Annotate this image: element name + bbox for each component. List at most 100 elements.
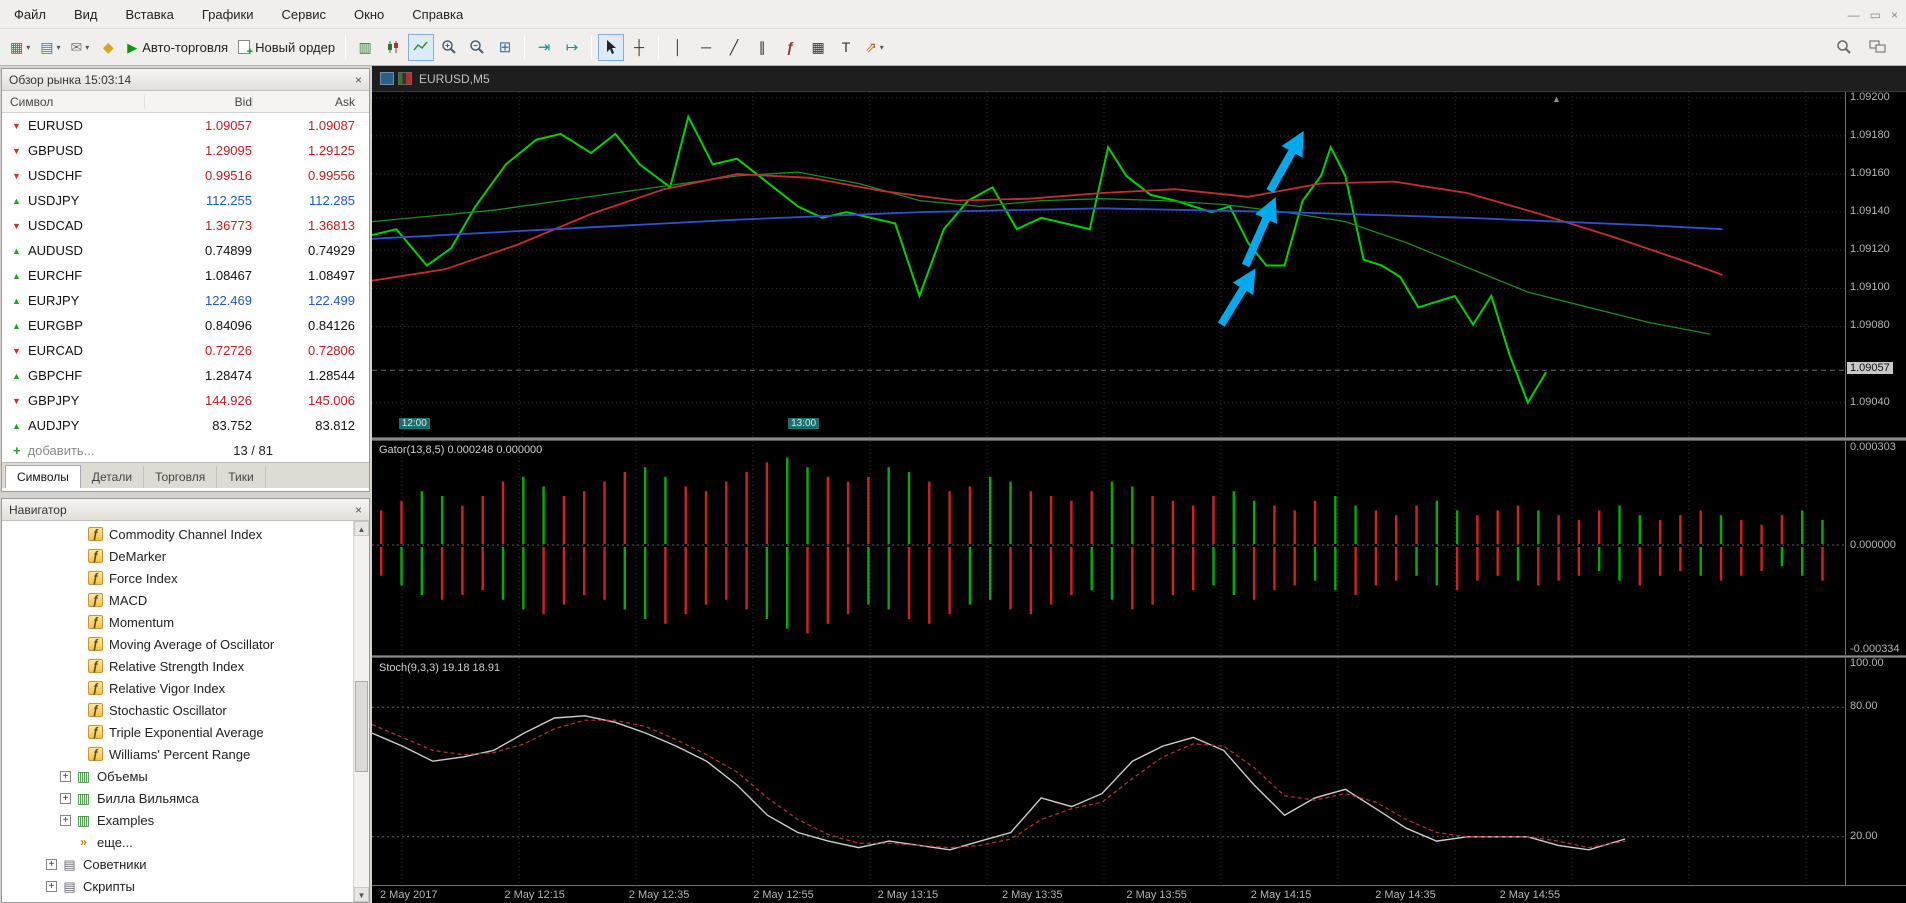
- navigator-item[interactable]: + ▥ Билла Вильямса: [2, 787, 352, 809]
- navigator-item[interactable]: + ▥ Объемы: [2, 765, 352, 787]
- restore-icon[interactable]: ▭: [1870, 8, 1881, 22]
- channel-button[interactable]: ∥: [749, 34, 775, 61]
- scrollbar-thumb[interactable]: [355, 681, 368, 773]
- navigator-item[interactable]: ƒ MACD: [2, 589, 352, 611]
- gator-chart-svg[interactable]: [372, 441, 1845, 655]
- price-scale[interactable]: 1.09200 1.09180 1.09160 1.09140 1.09120 1.091…: [1845, 91, 1906, 885]
- new-order-button[interactable]: Новый ордер: [234, 34, 339, 61]
- market-watch-tab[interactable]: Торговля: [144, 466, 218, 488]
- market-watch-row[interactable]: ▼ USDCHF 0.99516 0.99556: [2, 163, 369, 188]
- menu-tools[interactable]: Сервис: [268, 0, 341, 29]
- toolbar: ▦▾ ▤▾ ✉▾ ◆ ▶Авто-торговля Новый ордер ▥ …: [0, 29, 1906, 66]
- navigator-item[interactable]: ƒ Triple Exponential Average: [2, 721, 352, 743]
- close-icon[interactable]: ×: [355, 503, 362, 517]
- panel-splitter[interactable]: [372, 437, 1906, 441]
- chart-shift-button[interactable]: ↦: [559, 34, 585, 61]
- stoch-chart-svg[interactable]: [372, 658, 1845, 885]
- scroll-down-icon[interactable]: ▼: [354, 887, 369, 902]
- auto-scroll-button[interactable]: ⇥: [531, 34, 557, 61]
- column-ask[interactable]: Ask: [252, 94, 369, 109]
- navigator-item[interactable]: + ▤ Советники: [2, 853, 352, 875]
- column-symbol[interactable]: Символ: [2, 95, 144, 109]
- market-watch-tab[interactable]: Детали: [81, 466, 145, 488]
- time-axis[interactable]: 2 May 2017 2 May 12:15 2 May 12:35 2 May 12…: [372, 885, 1906, 903]
- horizontal-line-button[interactable]: ─: [693, 34, 719, 61]
- autotrading-button[interactable]: ▶ Авто-торговля: [123, 34, 232, 61]
- market-watch-row[interactable]: ▲ AUDJPY 83.752 83.812: [2, 413, 369, 438]
- market-watch-row[interactable]: ▼ GBPUSD 1.29095 1.29125: [2, 138, 369, 163]
- navigator-item[interactable]: ƒ Relative Strength Index: [2, 655, 352, 677]
- market-watch-tab[interactable]: Символы: [5, 465, 81, 488]
- cursor-button[interactable]: [598, 33, 625, 61]
- candle-chart-button[interactable]: [380, 34, 406, 61]
- navigator-item[interactable]: ƒ DeMarker: [2, 545, 352, 567]
- market-watch-row[interactable]: ▲ GBPCHF 1.28474 1.28544: [2, 363, 369, 388]
- navigator-item[interactable]: ƒ Force Index: [2, 567, 352, 589]
- tile-windows-button[interactable]: ⊞: [492, 34, 518, 61]
- menu-file[interactable]: Файл: [0, 0, 60, 29]
- close-icon[interactable]: ×: [355, 73, 362, 87]
- publish-button[interactable]: ✉ ▾: [67, 34, 94, 61]
- minimize-icon[interactable]: —: [1848, 8, 1860, 22]
- main-chart-svg[interactable]: ▲: [372, 92, 1845, 437]
- menu-insert[interactable]: Вставка: [112, 0, 188, 29]
- market-watch-row[interactable]: ▼ EURCAD 0.72726 0.72806: [2, 338, 369, 363]
- search-button[interactable]: [1831, 34, 1857, 61]
- zoom-in-button[interactable]: [436, 34, 462, 61]
- zoom-out-button[interactable]: [464, 34, 490, 61]
- expand-icon[interactable]: +: [46, 880, 57, 892]
- expand-icon[interactable]: +: [60, 814, 71, 826]
- market-watch-row[interactable]: ▲ EURGBP 0.84096 0.84126: [2, 313, 369, 338]
- panel-splitter[interactable]: [372, 655, 1906, 658]
- crosshair-button[interactable]: ┼: [626, 34, 652, 61]
- expand-icon[interactable]: +: [60, 792, 71, 804]
- add-symbol-row[interactable]: + добавить... 13 / 81: [2, 438, 369, 462]
- navigator-item[interactable]: ƒ Stochastic Oscillator: [2, 699, 352, 721]
- metaeditor-button[interactable]: ◆: [95, 34, 121, 61]
- navigator-item[interactable]: ƒ Commodity Channel Index: [2, 523, 352, 545]
- menu-window[interactable]: Окно: [340, 0, 398, 29]
- navigator-scrollbar[interactable]: ▲ ▼: [353, 521, 369, 902]
- trendline-button[interactable]: ╱: [721, 34, 747, 61]
- symbol-counter: 13 / 81: [233, 442, 273, 458]
- chart-window[interactable]: EURUSD,M5 ▲ Gator(13,8,5) 0.000248 0.000…: [372, 66, 1906, 903]
- bar-chart-button[interactable]: ▥: [352, 34, 378, 61]
- scroll-up-icon[interactable]: ▲: [354, 521, 369, 536]
- market-watch-row[interactable]: ▲ EURJPY 122.469 122.499: [2, 288, 369, 313]
- market-watch-row[interactable]: ▼ USDCAD 1.36773 1.36813: [2, 213, 369, 238]
- axis-label: 1.09180: [1850, 128, 1890, 141]
- chart-title-bar[interactable]: EURUSD,M5: [372, 66, 1906, 92]
- expand-icon[interactable]: +: [46, 858, 57, 870]
- line-chart-button[interactable]: [408, 33, 435, 61]
- market-watch-row[interactable]: ▼ GBPJPY 144.926 145.006: [2, 388, 369, 413]
- market-watch-row[interactable]: ▼ EURUSD 1.09057 1.09087: [2, 113, 369, 138]
- navigator-item[interactable]: ƒ Moving Average of Oscillator: [2, 633, 352, 655]
- indicator-list-button[interactable]: ▦: [805, 34, 831, 61]
- close-icon[interactable]: ×: [1891, 8, 1898, 22]
- market-watch-row[interactable]: ▲ AUDUSD 0.74899 0.74929: [2, 238, 369, 263]
- navigator-item-label: Examples: [97, 812, 155, 828]
- menu-charts[interactable]: Графики: [188, 0, 268, 29]
- navigator-item[interactable]: » еще...: [2, 831, 352, 853]
- text-label-button[interactable]: T: [833, 34, 859, 61]
- new-chart-button[interactable]: ▦ ▾: [6, 34, 34, 61]
- market-watch-row[interactable]: ▲ USDJPY 112.255 112.285: [2, 188, 369, 213]
- vertical-line-button[interactable]: │: [665, 34, 691, 61]
- navigator-item[interactable]: + ▤ Скрипты: [2, 875, 352, 897]
- market-watch-row[interactable]: ▲ EURCHF 1.08467 1.08497: [2, 263, 369, 288]
- connection-button[interactable]: [1865, 34, 1891, 61]
- menu-view[interactable]: Вид: [60, 0, 112, 29]
- indicator-list-icon: ▦: [811, 39, 825, 55]
- arrow-objects-button[interactable]: ⇗ ▾: [861, 34, 888, 61]
- navigator-item[interactable]: ƒ Relative Vigor Index: [2, 677, 352, 699]
- navigator-item[interactable]: ƒ Williams' Percent Range: [2, 743, 352, 765]
- price-up-icon: ▲: [12, 420, 21, 431]
- navigator-item[interactable]: + ▥ Examples: [2, 809, 352, 831]
- navigator-item[interactable]: ƒ Momentum: [2, 611, 352, 633]
- menu-help[interactable]: Справка: [398, 0, 477, 29]
- market-watch-tab[interactable]: Тики: [217, 466, 266, 488]
- column-bid[interactable]: Bid: [144, 94, 252, 109]
- fibonacci-button[interactable]: ƒ: [777, 34, 803, 61]
- expand-icon[interactable]: +: [60, 770, 71, 782]
- profiles-button[interactable]: ▤ ▾: [36, 34, 64, 61]
